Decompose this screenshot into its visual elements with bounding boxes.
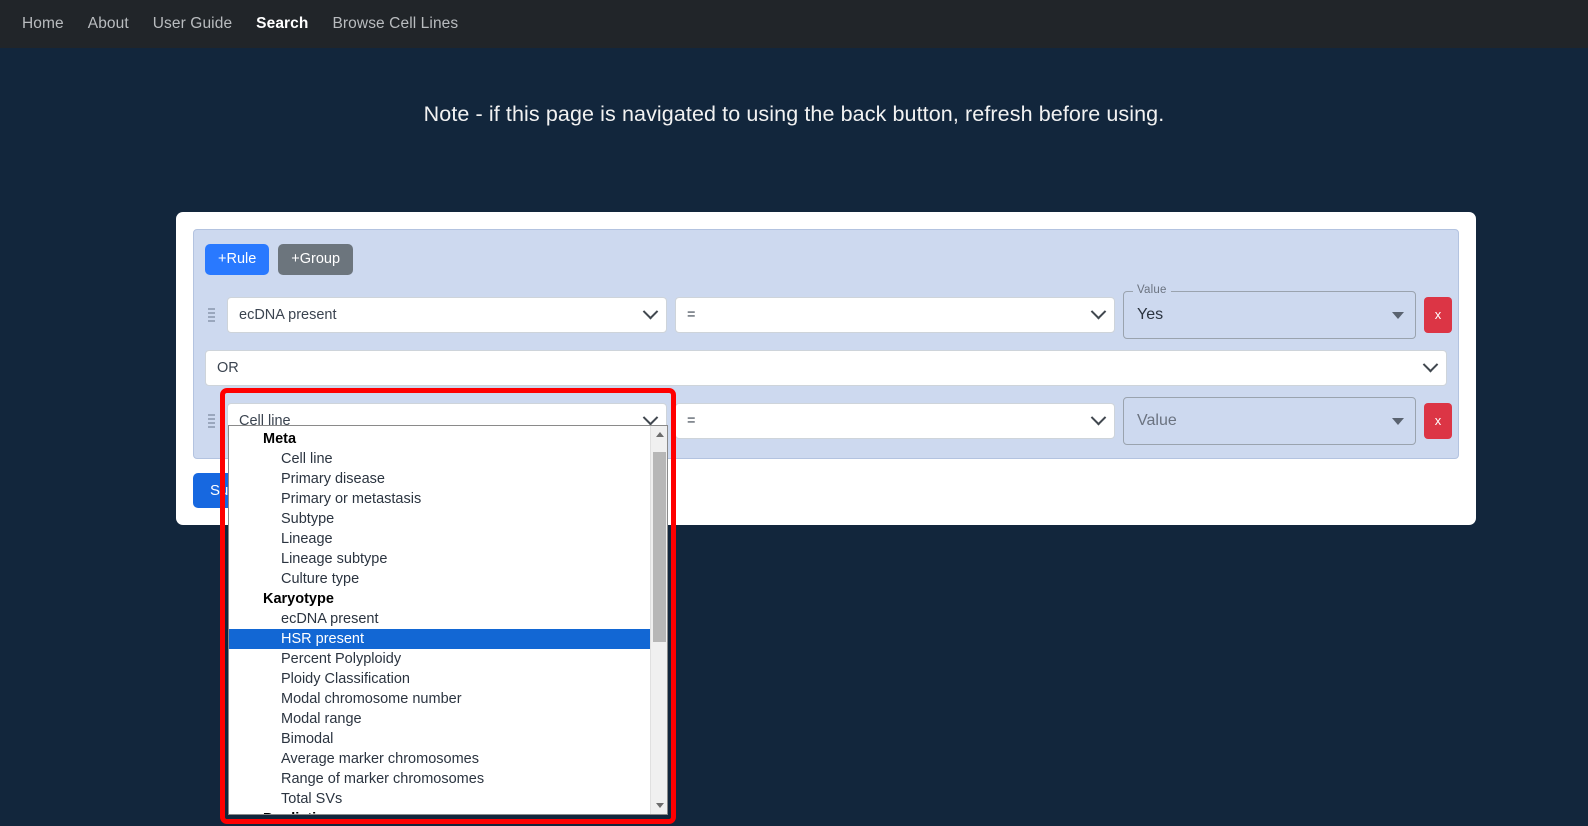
dropdown-option[interactable]: Modal range — [229, 709, 650, 729]
chevron-down-icon — [1090, 409, 1107, 426]
rule-value-text: Yes — [1137, 305, 1164, 323]
dropdown-group-label: Karyotype — [263, 591, 334, 607]
rule-row: ecDNA present = Value Yes x — [205, 283, 1452, 339]
dropdown-group-label: Meta — [263, 431, 297, 447]
dropdown-scrollbar[interactable] — [650, 426, 667, 814]
caret-down-icon — [1392, 311, 1404, 319]
rule-operator-select[interactable]: = — [675, 402, 1115, 439]
dropdown-option[interactable]: Bimodal — [229, 729, 650, 749]
rule-value-legend: Value — [1133, 283, 1171, 296]
connector-select[interactable]: OR — [205, 349, 1447, 386]
nav-link-about[interactable]: About — [76, 7, 141, 41]
dropdown-option[interactable]: Lineage subtype — [229, 549, 650, 569]
drag-handle-icon[interactable] — [205, 307, 219, 322]
delete-rule-button[interactable]: x — [1424, 402, 1452, 439]
rule-value-text: Value — [1137, 411, 1177, 429]
nav-link-search[interactable]: Search — [244, 7, 320, 41]
add-group-button[interactable]: +Group — [278, 244, 354, 275]
dropdown-option[interactable]: HSR present — [229, 629, 650, 649]
nav-link-home[interactable]: Home — [10, 7, 76, 41]
dropdown-option[interactable]: Total SVs — [229, 789, 650, 809]
dropdown-group-label: Predictions — [229, 809, 650, 814]
rule-operator-select[interactable]: = — [675, 296, 1115, 333]
main-navbar: Home About User Guide Search Browse Cell… — [0, 0, 1588, 48]
dropdown-option[interactable]: Culture type — [229, 569, 650, 589]
chevron-down-icon — [642, 303, 659, 320]
nav-link-browse-cell-lines[interactable]: Browse Cell Lines — [320, 7, 470, 41]
chevron-down-icon — [642, 409, 659, 426]
rule-operator-value: = — [687, 412, 696, 429]
rule-field-select[interactable]: ecDNA present — [227, 296, 667, 333]
drag-handle-icon[interactable] — [205, 413, 219, 428]
dropdown-option[interactable]: Percent Polyploidy — [229, 649, 650, 669]
dropdown-option[interactable]: Subtype — [229, 509, 650, 529]
rule-field-value: ecDNA present — [239, 306, 337, 323]
nav-link-user-guide[interactable]: User Guide — [141, 7, 244, 41]
dropdown-option[interactable]: Ploidy Classification — [229, 669, 650, 689]
scrollbar-thumb[interactable] — [653, 452, 666, 642]
dropdown-option[interactable]: Range of marker chromosomes — [229, 769, 650, 789]
add-rule-button[interactable]: +Rule — [205, 244, 270, 275]
connector-value: OR — [217, 359, 239, 376]
scroll-down-arrow-icon[interactable] — [651, 797, 667, 814]
dropdown-option[interactable]: Primary or metastasis — [229, 489, 650, 509]
scroll-up-arrow-icon[interactable] — [651, 426, 667, 443]
dropdown-option[interactable]: ecDNA present — [229, 609, 650, 629]
page-note: Note - if this page is navigated to usin… — [423, 102, 1165, 126]
delete-rule-button[interactable]: x — [1424, 296, 1452, 333]
dropdown-option[interactable]: Cell line — [229, 449, 650, 469]
rule-operator-value: = — [687, 306, 696, 323]
page-body: Note - if this page is navigated to usin… — [0, 48, 1588, 826]
rule-value-select[interactable]: Value — [1123, 396, 1416, 445]
dropdown-option[interactable]: Lineage — [229, 529, 650, 549]
field-dropdown-options: Meta Cell line Primary disease Primary or m… — [229, 426, 650, 814]
chevron-down-icon — [1422, 356, 1439, 373]
dropdown-option[interactable]: Modal chromosome number — [229, 689, 650, 709]
dropdown-option[interactable]: Average marker chromosomes — [229, 749, 650, 769]
caret-down-icon — [1392, 417, 1404, 425]
field-dropdown-listbox[interactable]: Meta Cell line Primary disease Primary or m… — [228, 425, 668, 815]
connector-row: OR — [205, 349, 1447, 386]
chevron-down-icon — [1090, 303, 1107, 320]
dropdown-option[interactable]: Primary disease — [229, 469, 650, 489]
rule-value-select[interactable]: Value Yes — [1123, 283, 1416, 339]
query-builder-toolbar: +Rule +Group — [205, 244, 1447, 275]
